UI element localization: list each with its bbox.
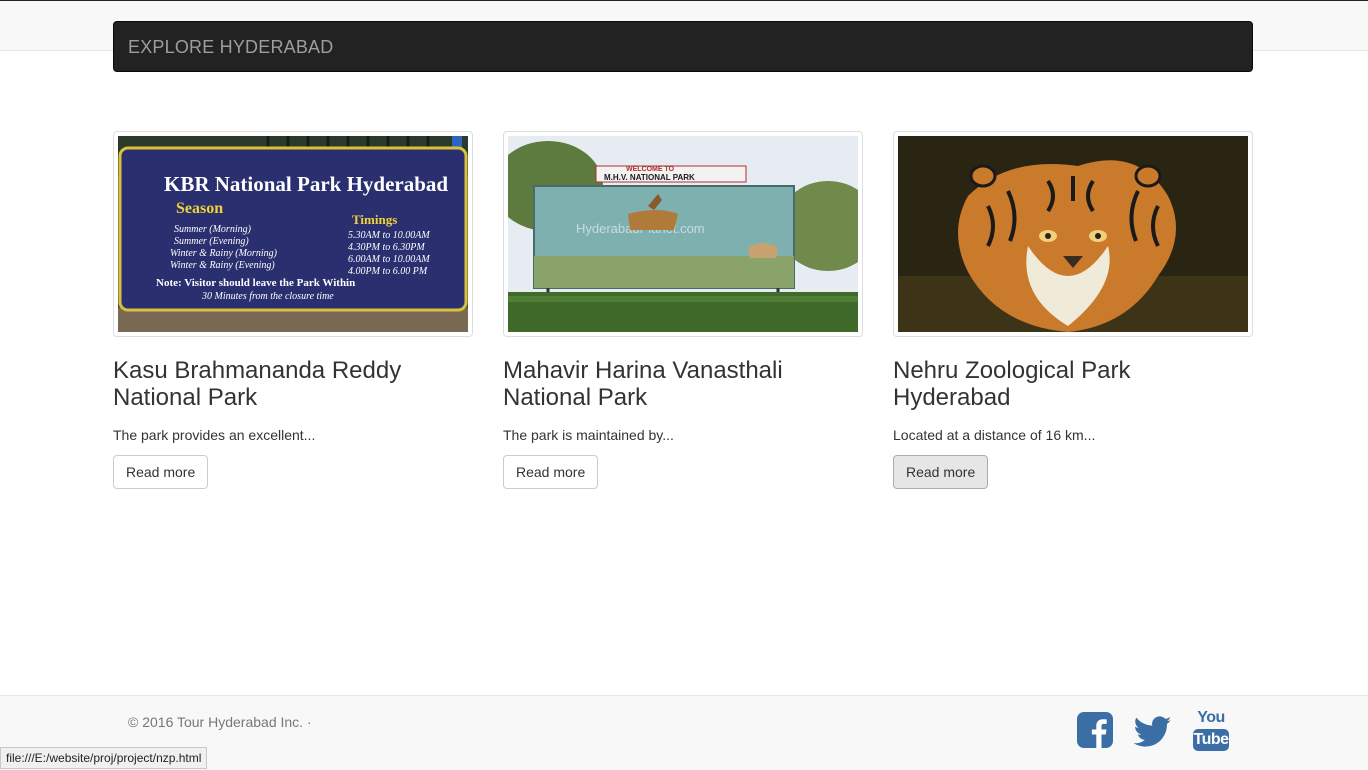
card-excerpt: The park is maintained by... <box>503 427 674 443</box>
sign-row-time: 4.30PM to 6.30PM <box>348 242 425 253</box>
sign-row-time: 6.00AM to 10.00AM <box>348 254 430 265</box>
card-kbr-park: KBR National Park Hyderabad Season Timin… <box>113 131 473 489</box>
billboard-welcome: WELCOME TO <box>626 166 675 173</box>
tiger-image <box>898 136 1248 332</box>
thumbnail[interactable]: WELCOME TO M.H.V. NATIONAL PARK Hyderaba… <box>503 131 863 337</box>
facebook-icon[interactable] <box>1077 712 1113 748</box>
read-more-button[interactable]: Read more <box>113 455 209 489</box>
youtube-icon-bottom: Tube <box>1193 729 1229 751</box>
thumbnail[interactable] <box>893 131 1253 337</box>
navbar: EXPLORE HYDERABAD <box>113 21 1253 72</box>
thumbnail[interactable]: KBR National Park Hyderabad Season Timin… <box>113 131 473 337</box>
sign-heading: KBR National Park Hyderabad <box>164 172 448 196</box>
card-title[interactable]: Mahavir Harina Vanasthali National Park <box>503 357 863 411</box>
sign-note-2: 30 Minutes from the closure time <box>201 291 334 302</box>
kbr-sign-image: KBR National Park Hyderabad Season Timin… <box>118 136 468 332</box>
sign-season: Season <box>176 200 223 217</box>
card-excerpt: Located at a distance of 16 km... <box>893 427 1096 443</box>
billboard-name: M.H.V. NATIONAL PARK <box>604 173 695 182</box>
sign-row-time: 4.00PM to 6.00 PM <box>348 266 428 277</box>
youtube-icon-top: You <box>1197 709 1225 726</box>
sign-row-label: Winter & Rainy (Morning) <box>170 248 278 259</box>
mhv-billboard-image: WELCOME TO M.H.V. NATIONAL PARK Hyderaba… <box>508 136 858 332</box>
sign-row-label: Summer (Evening) <box>174 236 249 247</box>
card-nehru-zoo: Nehru Zoological Park Hyderabad Located … <box>893 131 1253 489</box>
sign-row-label: Summer (Morning) <box>174 224 252 235</box>
browser-status-bar: file:///E:/website/proj/project/nzp.html <box>0 747 208 769</box>
copyright-text: © 2016 Tour Hyderabad Inc. · <box>128 714 312 730</box>
sign-row-label: Winter & Rainy (Evening) <box>170 260 275 271</box>
sign-note: Note: Visitor should leave the Park With… <box>156 277 355 289</box>
sign-timings: Timings <box>352 212 397 227</box>
card-excerpt: The park provides an excellent... <box>113 427 316 443</box>
card-title[interactable]: Nehru Zoological Park Hyderabad <box>893 357 1253 411</box>
twitter-icon[interactable] <box>1134 716 1172 748</box>
read-more-button[interactable]: Read more <box>893 455 989 489</box>
card-mhv-park: WELCOME TO M.H.V. NATIONAL PARK Hyderaba… <box>503 131 863 489</box>
sign-row-time: 5.30AM to 10.00AM <box>348 230 430 241</box>
read-more-button[interactable]: Read more <box>503 455 599 489</box>
navbar-brand[interactable]: EXPLORE HYDERABAD <box>128 37 333 58</box>
card-title[interactable]: Kasu Brahmananda Reddy National Park <box>113 357 473 411</box>
youtube-icon[interactable]: You Tube <box>1193 710 1229 752</box>
